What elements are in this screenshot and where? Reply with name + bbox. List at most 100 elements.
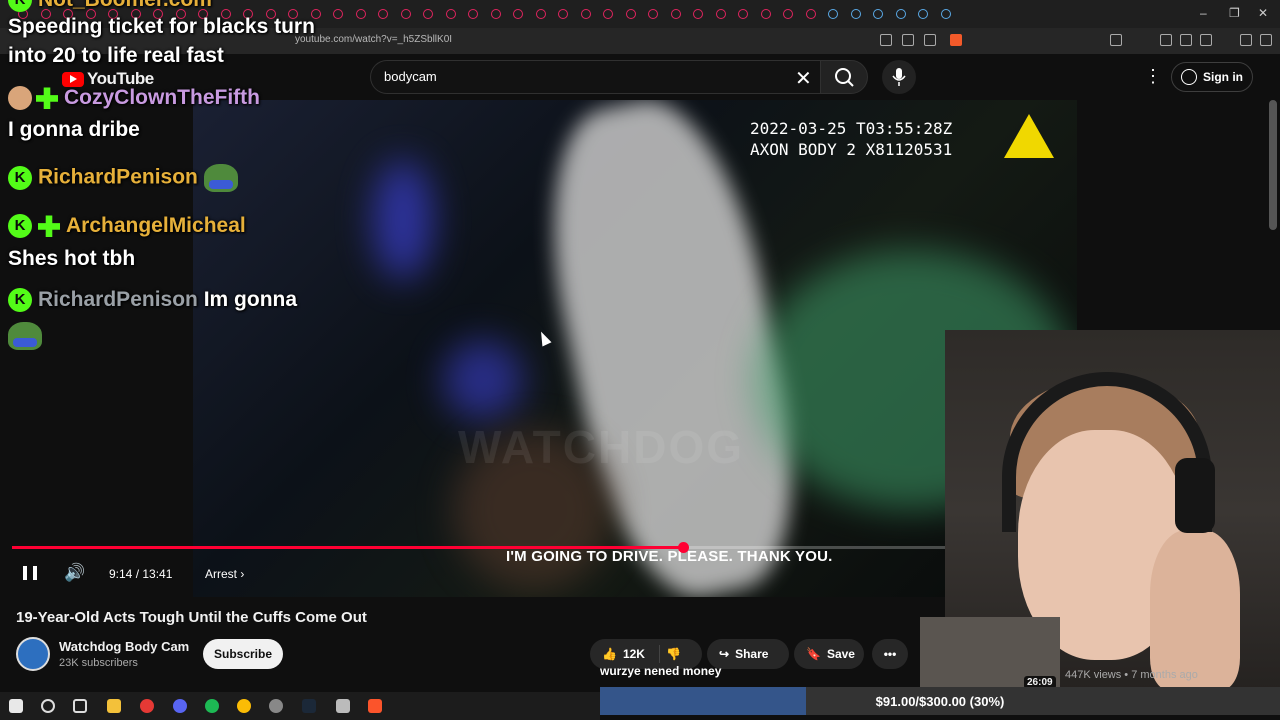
video-light-blue-2 [443, 340, 523, 420]
vpn-icon[interactable] [1240, 34, 1252, 46]
file-explorer-icon[interactable] [107, 699, 121, 713]
recommended-video-meta: 447K views • 7 months ago [1065, 669, 1198, 681]
browser-tab-favicon[interactable] [355, 9, 366, 19]
browser-tab-favicon[interactable] [513, 9, 523, 19]
search-button[interactable] [820, 60, 868, 94]
brave-shield-icon[interactable] [950, 34, 962, 46]
more-icon: ••• [883, 647, 897, 661]
browser-tab-favicon[interactable] [783, 9, 793, 19]
save-button[interactable]: 🔖 Save [794, 639, 864, 669]
kick-badge-icon: K [8, 0, 32, 13]
brave-icon[interactable] [368, 699, 382, 713]
browser-tab-favicon[interactable] [760, 9, 771, 19]
chat-line: K RichardPenison [8, 164, 238, 192]
browser-tab-favicon[interactable] [535, 9, 546, 19]
browser-tab-favicon[interactable] [400, 9, 411, 19]
browser-tab-favicon[interactable] [895, 9, 906, 19]
steam-icon[interactable] [302, 699, 316, 713]
sign-in-button[interactable]: Sign in [1171, 62, 1253, 92]
chat-username: CozyClownTheFifth [64, 86, 260, 109]
browser-tab-favicon[interactable] [873, 9, 883, 19]
browser-tab-favicon[interactable] [580, 9, 591, 19]
browser-tab-favicon[interactable] [805, 9, 816, 19]
video-time: 9:14 / 13:41 [109, 567, 173, 581]
video-caption: I'M GOING TO DRIVE. PLEASE. THANK YOU. [506, 548, 833, 565]
browser-tab-favicon[interactable] [625, 9, 636, 19]
channel-avatar[interactable] [16, 637, 50, 671]
chat-message: Im gonna [203, 288, 298, 311]
browser-tab-favicon[interactable] [378, 9, 388, 19]
pepe-emote-icon [8, 322, 42, 350]
youtube-play-icon [62, 71, 84, 87]
obs-icon[interactable] [269, 699, 283, 713]
browser-tab-favicon[interactable] [445, 9, 456, 19]
chat-message: into 20 to life real fast [8, 44, 224, 67]
install-icon[interactable] [902, 34, 914, 46]
discord-icon[interactable] [173, 699, 187, 713]
browser-tab-favicon[interactable] [693, 9, 703, 19]
share-icon: ↪ [719, 647, 730, 661]
settings-menu-icon[interactable]: ⋮ [1144, 66, 1162, 87]
channel-name[interactable]: Watchdog Body Cam [59, 639, 189, 654]
browser-tab-favicon[interactable] [423, 9, 433, 19]
browser-tab-favicon[interactable] [648, 9, 658, 19]
extensions-icon[interactable] [1110, 34, 1122, 46]
spotify-icon[interactable] [205, 699, 219, 713]
sub-badge-icon [36, 87, 58, 110]
sidebar-icon[interactable] [1180, 34, 1192, 46]
more-actions-button[interactable]: ••• [872, 639, 908, 669]
maximize-icon[interactable]: ❐ [1229, 6, 1240, 20]
browser-tab-favicon[interactable] [715, 9, 726, 19]
browser-tab-favicon[interactable] [828, 9, 838, 19]
url-field[interactable]: youtube.com/watch?v=_h5ZSbllK0I [295, 34, 452, 45]
browser-tab-favicon[interactable] [850, 9, 861, 19]
subscribe-button[interactable]: Subscribe [203, 639, 283, 669]
search-input-value[interactable]: bodycam [384, 69, 437, 84]
browser-tab-favicon[interactable] [490, 9, 501, 19]
app-icon[interactable] [140, 699, 154, 713]
dislike-icon[interactable]: 👎 [666, 647, 681, 661]
close-window-icon[interactable]: ✕ [1258, 6, 1268, 20]
volume-icon[interactable]: 🔊 [64, 563, 85, 583]
search-icon [835, 68, 854, 87]
browser-tab-favicon[interactable] [918, 9, 928, 19]
chat-message: I gonna dribe [8, 118, 140, 141]
task-view-icon[interactable] [73, 699, 87, 713]
chrome-icon[interactable] [237, 699, 251, 713]
windows-start-icon[interactable] [9, 699, 23, 713]
video-progress-scrubber[interactable] [678, 542, 689, 553]
kick-badge-icon: K [8, 214, 32, 239]
like-icon[interactable]: 👍 [602, 647, 617, 661]
page-scrollbar[interactable] [1269, 100, 1277, 230]
pepe-emote-icon [203, 164, 238, 192]
browser-tab-favicon[interactable] [940, 9, 951, 19]
kick-badge-icon: K [8, 288, 32, 313]
browser-tab-favicon[interactable] [558, 9, 568, 19]
minimize-icon[interactable]: – [1200, 6, 1207, 20]
wallet-icon[interactable] [1200, 34, 1212, 46]
chat-message: Speeding ticket for blacks turn [8, 15, 315, 38]
browser-tab-favicon[interactable] [738, 9, 748, 19]
voice-search-button[interactable] [882, 60, 916, 94]
chat-username: ArchangelMicheal [66, 214, 246, 237]
chapter-label: Arrest [205, 567, 238, 581]
browser-tab-favicon[interactable] [670, 9, 681, 19]
app-icon-2[interactable] [336, 699, 350, 713]
browser-tab-favicon[interactable] [468, 9, 478, 19]
video-title: 19-Year-Old Acts Tough Until the Cuffs C… [16, 609, 367, 626]
taskbar-search-icon[interactable] [41, 699, 55, 713]
browser-tab-favicon[interactable] [603, 9, 613, 19]
chat-line: K RichardPenison Im gonna [8, 288, 298, 313]
share-page-icon[interactable] [924, 34, 936, 46]
media-icon[interactable] [1160, 34, 1172, 46]
pause-icon[interactable] [23, 566, 37, 580]
browser-tab-favicon[interactable] [333, 9, 343, 19]
zoom-icon[interactable] [880, 34, 892, 46]
share-label: Share [735, 647, 769, 661]
menu-icon[interactable] [1260, 34, 1272, 46]
clear-search-icon[interactable]: ✕ [795, 66, 812, 91]
search-input[interactable] [370, 60, 820, 94]
save-label: Save [826, 647, 855, 661]
axon-logo-icon [1004, 114, 1054, 158]
chapter-button[interactable]: Arrest › [205, 567, 244, 581]
